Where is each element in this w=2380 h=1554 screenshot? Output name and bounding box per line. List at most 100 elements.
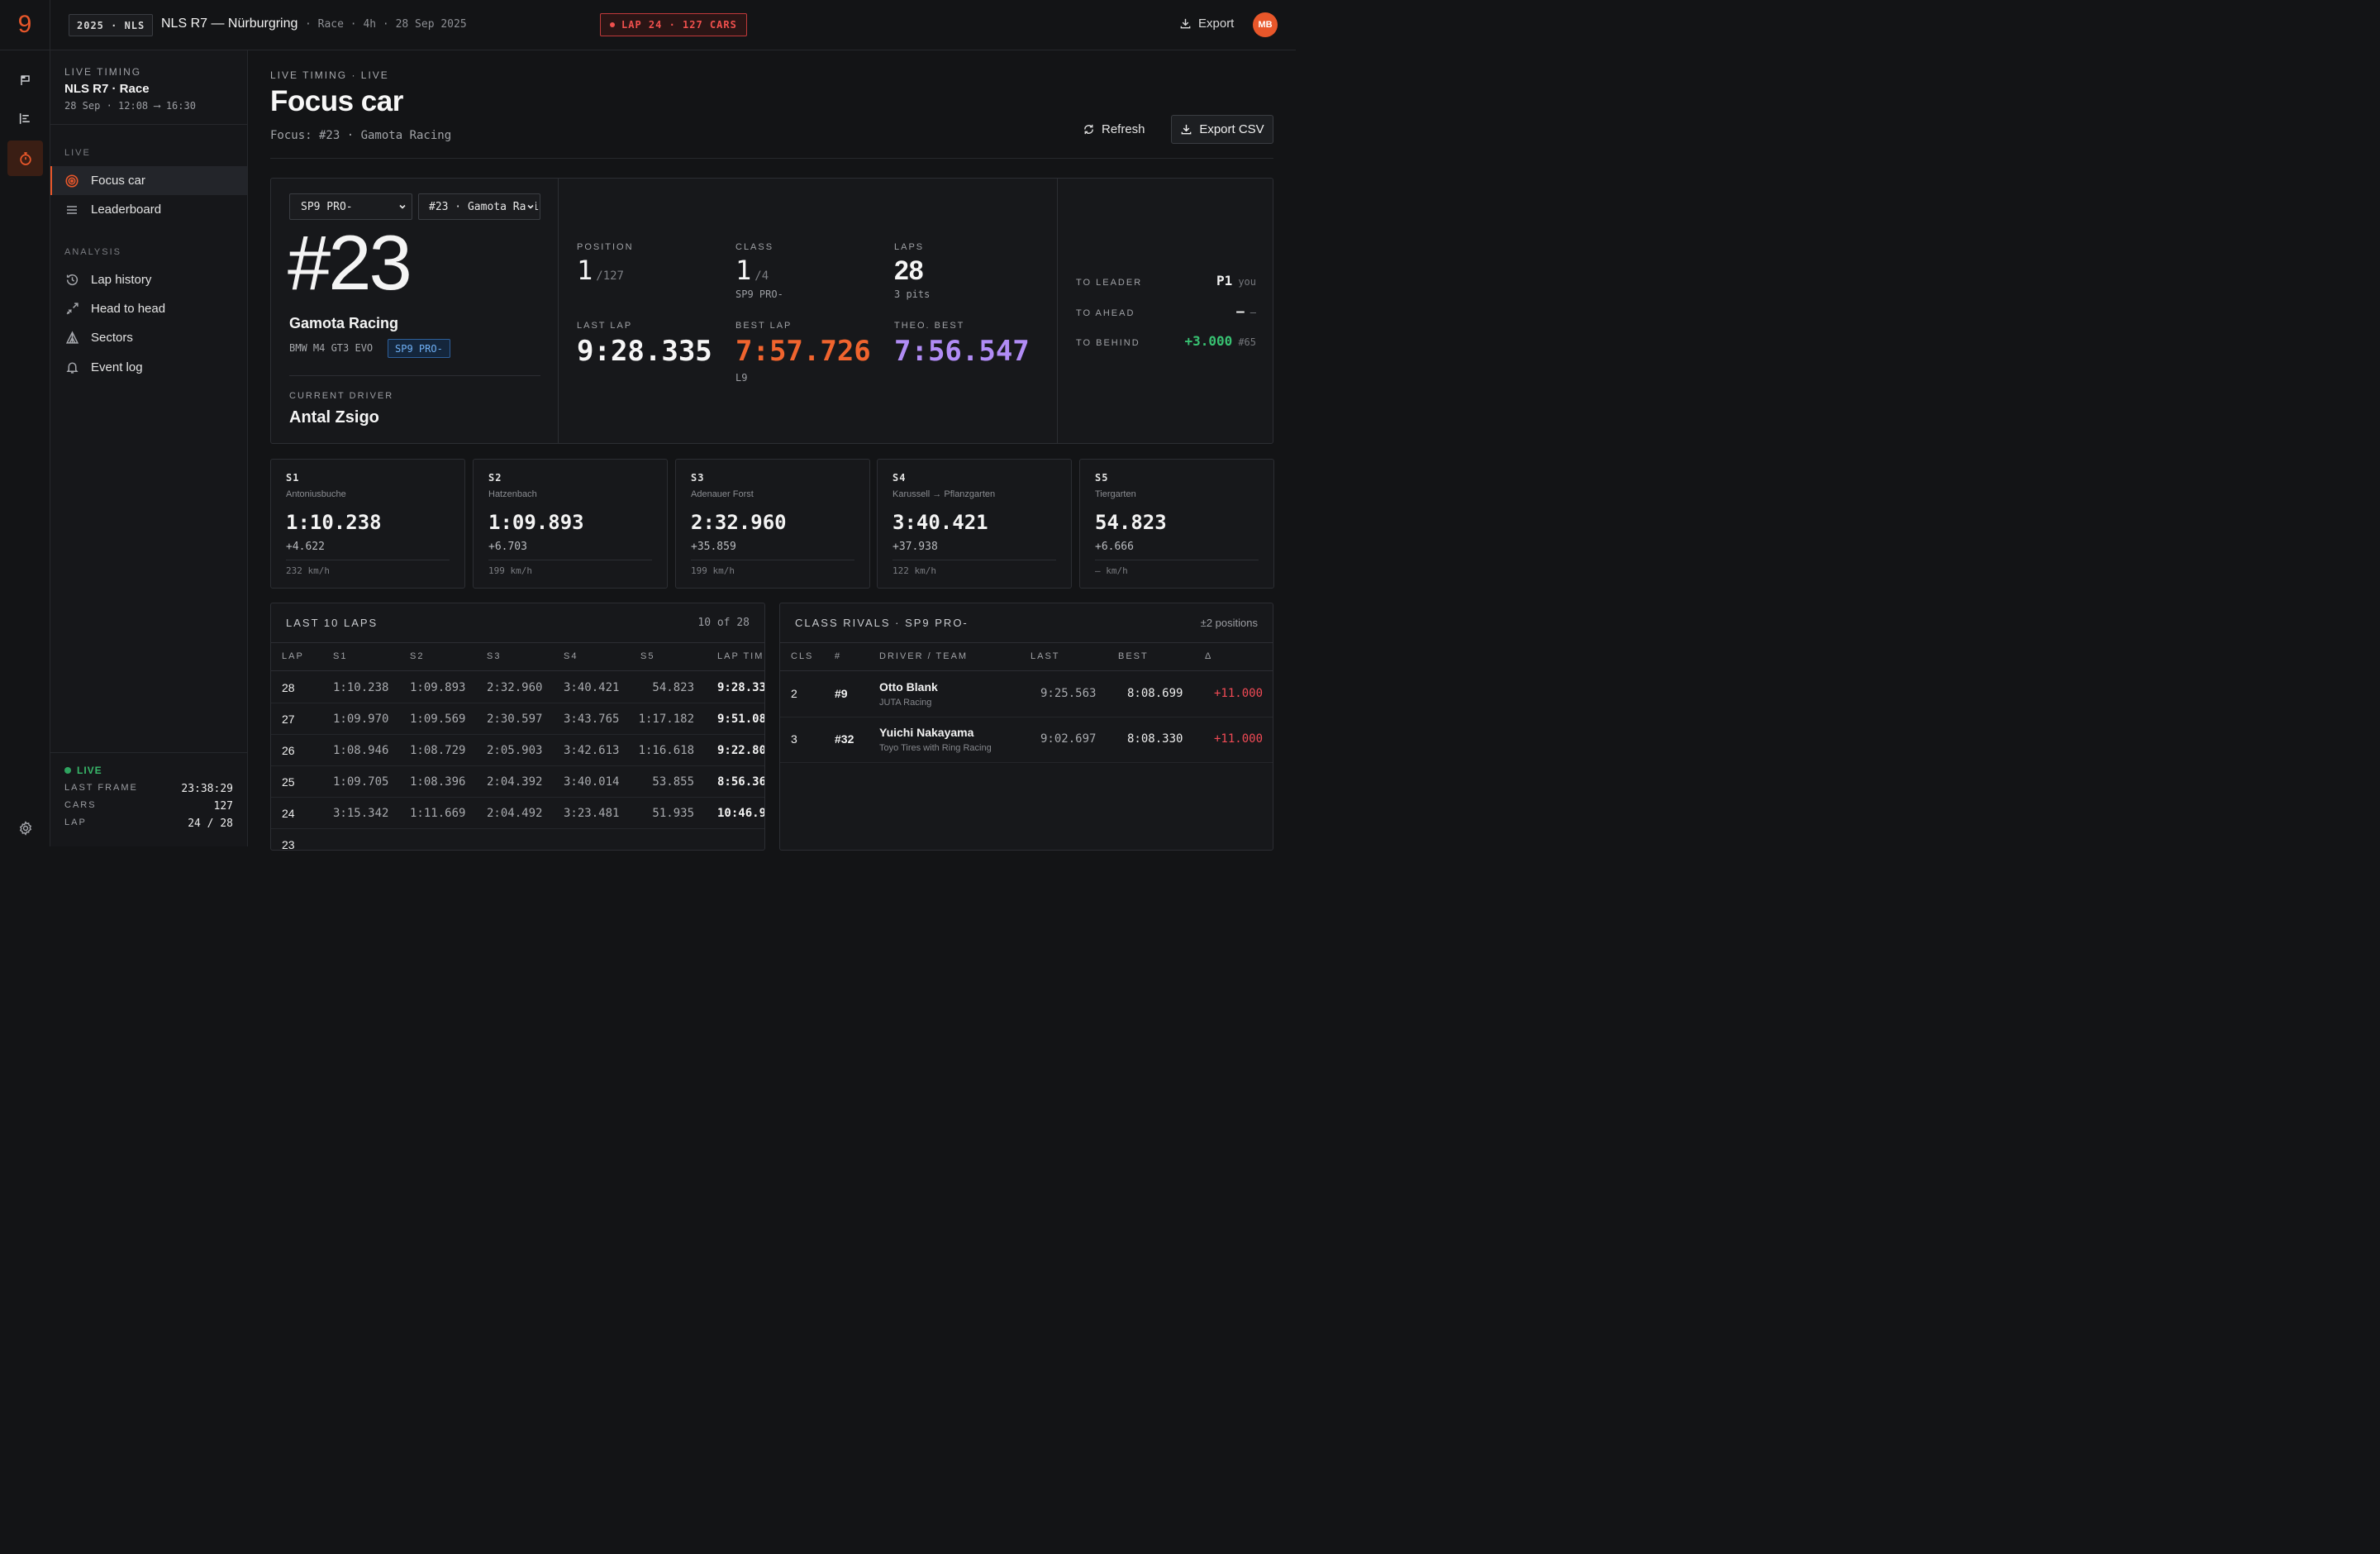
lap-row[interactable]: 26 1:08.946 1:08.729 2:05.903 3:42.613 1:16.6… (271, 735, 764, 766)
page-title: Focus car (270, 85, 403, 117)
col-delta[interactable]: Δ (1205, 651, 1212, 661)
sector-id: S3 (691, 472, 705, 484)
sector-name: Tiergarten (1095, 489, 1136, 499)
gear-icon (19, 820, 31, 836)
col-s1[interactable]: S1 (333, 651, 347, 661)
sidebar-item-sectors[interactable]: Sectors (50, 323, 247, 352)
sector-id: S5 (1095, 472, 1109, 484)
sidebar-item-lap-history[interactable]: Lap history (50, 265, 247, 294)
sidebar-item-leaderboard[interactable]: Leaderboard (50, 195, 247, 224)
car-select[interactable]: #23 · Gamota Racing (418, 193, 540, 220)
rival-driver: Otto Blank (879, 680, 938, 694)
refresh-button[interactable]: Refresh (1083, 115, 1145, 144)
sidebar-live-status: LIVE (64, 765, 233, 776)
sector-speed: 232 km/h (286, 565, 330, 576)
page-subtitle: Focus: #23 · Gamota Racing (270, 129, 452, 142)
class-rivals-panel: CLASS RIVALS · SP9 PRO- ±2 positions CLS… (779, 603, 1273, 851)
col-s3[interactable]: S3 (487, 651, 501, 661)
export-label: Export (1198, 17, 1235, 31)
last-laps-header: LAST 10 LAPS 10 of 28 (271, 603, 764, 643)
flag-icon (20, 74, 30, 85)
sector-speed: 199 km/h (488, 565, 532, 576)
lap-row[interactable]: 25 1:09.705 1:08.396 2:04.392 3:40.014 53.855… (271, 766, 764, 798)
sector-split: 1:08.946 (333, 744, 389, 757)
lap-row[interactable]: 24 3:15.342 1:11.669 2:04.492 3:23.481 51.935… (271, 798, 764, 829)
sectors-icon (64, 331, 79, 346)
rail-settings-button[interactable] (7, 810, 43, 846)
col-driver-team[interactable]: DRIVER / TEAM (879, 651, 968, 661)
laps-label: LAPS (894, 242, 925, 252)
class-label: CLASS (735, 242, 774, 252)
to-ahead-value: — – (1236, 303, 1256, 319)
rival-row[interactable]: 2 #9 Otto Blank JUTA Racing 9:25.563 8:0… (780, 672, 1273, 717)
lap-row[interactable]: 27 1:09.970 1:09.569 2:30.597 3:43.765 1:17.1… (271, 703, 764, 735)
rival-class-pos: 2 (791, 687, 797, 700)
export-csv-button[interactable]: Export CSV (1171, 115, 1273, 144)
bell-icon (64, 360, 79, 375)
rail-timing-button[interactable] (7, 141, 43, 176)
sidebar-item-head-to-head[interactable]: Head to head (50, 294, 247, 323)
last-lap-label: LAST LAP (577, 321, 633, 331)
rail-flag-button[interactable] (7, 62, 43, 98)
sidebar-item-focus-car[interactable]: Focus car (50, 166, 247, 195)
lap-row[interactable]: 28 1:10.238 1:09.893 2:32.960 3:40.421 54.823… (271, 672, 764, 703)
col-best[interactable]: BEST (1118, 651, 1149, 661)
rival-row[interactable]: 3 #32 Yuichi Nakayama Toyo Tires with Ri… (780, 717, 1273, 763)
sector-time: 2:32.960 (691, 511, 787, 534)
live-dot-icon (610, 22, 615, 27)
sector-id: S1 (286, 472, 300, 484)
best-lap-stat: BEST LAP 7:57.726 L9 (735, 321, 871, 384)
car-number: #23 (288, 219, 412, 306)
class-total: /4 (754, 269, 769, 283)
col-s2[interactable]: S2 (410, 651, 424, 661)
sector-name: Adenauer Forst (691, 489, 754, 499)
season-badge[interactable]: 2025 · NLS (69, 14, 154, 36)
standings-icon (19, 113, 30, 124)
sector-card-s1: S1 Antoniusbuche 1:10.238 +4.622 232 km/… (270, 459, 465, 589)
sector-id: S4 (892, 472, 907, 484)
sector-split: 3:23.481 (564, 807, 620, 820)
sidebar-item-label: Sectors (91, 331, 133, 345)
theo-best-stat: THEO. BEST 7:56.547 (894, 321, 1030, 365)
to-behind-sub: #65 (1238, 336, 1256, 348)
sidebar-item-event-log[interactable]: Event log (50, 353, 247, 382)
event-title: NLS R7 — Nürburgring (161, 17, 298, 31)
col-class-pos[interactable]: CLS (791, 651, 813, 661)
last-lap-stat: LAST LAP 9:28.335 (577, 321, 712, 365)
rail-standings-button[interactable] (7, 101, 43, 136)
target-icon (64, 174, 79, 188)
versus-icon (64, 302, 79, 317)
col-s5[interactable]: S5 (640, 651, 654, 661)
live-dot-icon (64, 767, 71, 774)
col-number[interactable]: # (835, 651, 841, 661)
export-csv-label: Export CSV (1199, 122, 1264, 136)
avatar[interactable]: MB (1253, 12, 1278, 37)
sector-delta: +4.622 (286, 541, 325, 553)
laps-table-header: LAP S1 S2 S3 S4 S5 LAP TIME (271, 643, 764, 671)
lap-time: 10:46.919 (717, 807, 764, 820)
sidebar-item-label: Head to head (91, 302, 166, 316)
export-button[interactable]: Export (1179, 17, 1234, 31)
class-select[interactable]: SP9 PRO- (289, 193, 412, 220)
best-lap-value: 7:57.726 (735, 335, 871, 368)
header-divider (270, 158, 1273, 159)
col-last[interactable]: LAST (1031, 651, 1060, 661)
logo-cell[interactable]: 9 (0, 0, 50, 50)
sidebar-section-live: LIVE (64, 148, 91, 158)
position-value: 1/127 (577, 257, 634, 284)
cars-row: CARS 127 (64, 800, 233, 813)
sidebar-item-label: Focus car (91, 174, 145, 188)
col-lap[interactable]: LAP (282, 651, 304, 661)
rival-team: Toyo Tires with Ring Racing (879, 743, 992, 753)
rival-team: JUTA Racing (879, 698, 932, 708)
live-lap-badge: LAP 24 · 127 CARS (600, 13, 747, 36)
app-logo: 9 (17, 11, 32, 38)
sector-time: 1:10.238 (286, 511, 382, 534)
col-s4[interactable]: S4 (564, 651, 578, 661)
lap-row[interactable]: 23 (271, 829, 764, 850)
sector-split: 53.855 (652, 775, 694, 789)
col-lap-time[interactable]: LAP TIME (717, 651, 764, 661)
to-leader-label: TO LEADER (1076, 278, 1143, 288)
rival-best-lap: 8:08.330 (1127, 732, 1183, 746)
sector-split: 2:05.903 (487, 744, 543, 757)
